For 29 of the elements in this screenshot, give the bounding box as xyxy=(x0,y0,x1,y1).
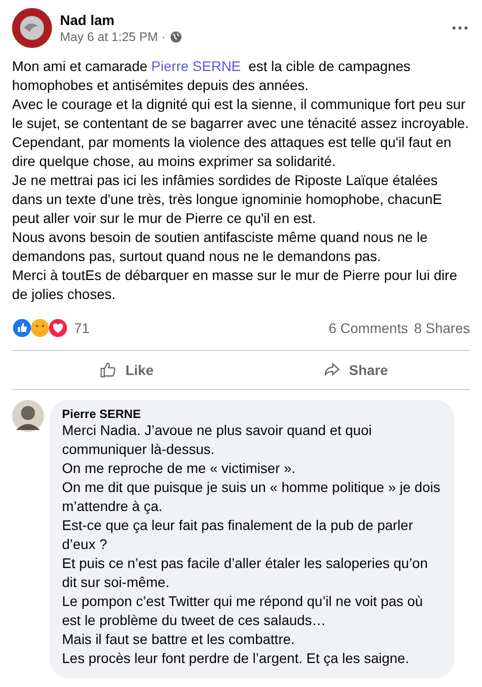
post-time[interactable]: May 6 at 1:25 PM · xyxy=(60,30,166,44)
post-paragraph: Je ne mettrai pas ici les infâmies sordides de Riposte Laïque étalées dans un texte d'une très, très longue ignominie homophobe, chacunE peut aller voir sur le mur de Pierre ce qu'il en est. xyxy=(12,171,443,228)
post-paragraph: Merci à toutEs de débarquer en masse sur le mur de Pierre pour lui dire de jolies choses. xyxy=(12,266,458,304)
more-options-icon[interactable] xyxy=(452,26,468,30)
share-button[interactable]: Share xyxy=(241,351,470,389)
globe-icon xyxy=(170,31,182,43)
comments-count[interactable]: 6 Comments xyxy=(328,320,408,336)
post-paragraph: Mon ami et camarade Pierre SERNE est la cible de campagnes homophobes et antisémites depuis des années. xyxy=(12,57,412,95)
commenter-avatar[interactable] xyxy=(12,400,44,432)
comment-line: Le pompon c’est Twitter qui me répond qu’il ne voit pas où est le problème du tweet de ces salauds… xyxy=(62,592,424,630)
comment-line: Mais il faut se battre et les combattre. xyxy=(62,630,296,649)
reaction-count[interactable]: 71 xyxy=(74,320,90,336)
avatar[interactable] xyxy=(12,8,52,48)
like-button[interactable]: Like xyxy=(12,351,241,389)
comment-line: Merci Nadia. J’avoue ne plus savoir quand et quoi communiquer là-dessus. xyxy=(62,421,373,459)
comment-line: On me dit que puisque je suis un « homme politique » je dois m’attendre à ça. xyxy=(62,478,442,516)
post-paragraph: Cependant, par moments la violence des attaques est telle qu'il faut en dire quelque chose, au moins exprimer sa solidarité. xyxy=(12,133,452,171)
comment-line: Et puis ce n’est pas facile d’aller étaler les saloperies qu’on dit sur soi-même. xyxy=(62,554,429,592)
thumbs-up-icon xyxy=(99,361,118,379)
comment-line: Est-ce que ça leur fait pas finalement de la pub de parler d’eux ? xyxy=(62,516,414,554)
comment-line: Les procès leur font perdre de l’argent. Et ça les saigne. xyxy=(62,649,410,668)
shares-count[interactable]: 8 Shares xyxy=(414,320,470,336)
commenter-name[interactable]: Pierre SERNE xyxy=(62,407,442,421)
mention-link[interactable]: Pierre SERNE xyxy=(151,58,241,74)
author-name[interactable]: Nad lam xyxy=(60,12,444,28)
post-paragraph: Nous avons besoin de soutien antifasciste même quand nous ne le demandons pas, surtout quand nous ne le demandons pas. xyxy=(12,228,429,266)
reaction-icons[interactable] xyxy=(12,318,68,338)
post-paragraph: Avec le courage et la dignité qui est la sienne, il communique fort peu sur le sujet, se contentant de se bagarrer avec une ténacité assez incroyable. xyxy=(12,95,470,133)
comment-line: On me reproche de me « victimiser ». xyxy=(62,459,296,478)
